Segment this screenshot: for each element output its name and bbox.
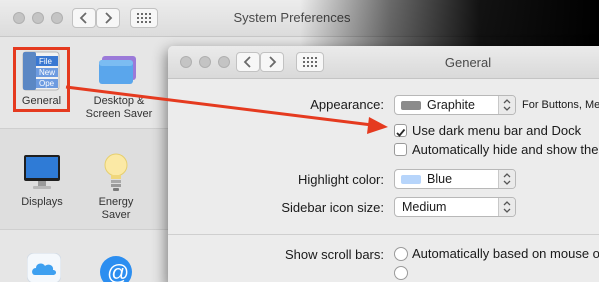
lightbulb-icon [104,153,128,191]
popup-stepper [498,170,515,188]
chevron-left-icon [79,12,87,24]
appearance-label: Appearance: [310,97,384,112]
general-close-button[interactable] [180,56,192,68]
energy-saver-label-line1: Energy [98,196,134,208]
chevron-right-icon [105,12,113,24]
general-preferences-window: General Appearance: Graphite For Buttons… [168,46,599,282]
close-button[interactable] [13,12,25,24]
energy-saver-label-line2: Saver [101,209,131,221]
desktop-screensaver-label-line1: Desktop & [93,95,145,107]
dark-menu-bar-label: Use dark menu bar and Dock [412,123,582,138]
appearance-value: Graphite [427,98,475,112]
general-highlight-box [13,47,70,112]
general-zoom-button[interactable] [218,56,230,68]
minimize-button[interactable] [32,12,44,24]
screenshot-stage: System Preferences File New Ope General [0,0,599,282]
desktop-screensaver-icon [99,56,136,84]
appearance-note: For Buttons, Men [522,99,599,111]
general-forward-button[interactable] [260,52,284,72]
updown-arrows-icon [503,99,511,111]
section-divider [168,234,599,235]
general-show-all-button[interactable] [296,52,324,72]
zoom-button[interactable] [51,12,63,24]
updown-arrows-icon [503,201,511,213]
scroll-bars-second-radio[interactable] [394,266,408,280]
blue-swatch [401,175,421,184]
svg-text:@: @ [107,260,129,282]
sidebar-icon-size-value: Medium [402,200,447,214]
chevron-right-icon [269,56,277,68]
graphite-swatch [401,101,421,110]
desktop-screensaver-label-line2: Screen Saver [85,108,153,120]
dark-menu-bar-checkbox[interactable] [394,124,407,137]
system-preferences-titlebar: System Preferences [0,0,599,37]
updown-arrows-icon [503,173,511,185]
grid-icon [137,13,151,23]
highlight-color-label: Highlight color: [298,172,384,187]
energy-saver-pref-item[interactable] [102,152,130,194]
icloud-icon [26,252,62,282]
icloud-pref-item[interactable] [26,252,62,282]
checkmark-icon [396,128,406,137]
general-back-button[interactable] [236,52,260,72]
grid-icon [303,57,317,67]
chevron-left-icon [243,56,251,68]
internet-accounts-pref-item[interactable]: @ [99,255,133,282]
desktop-screensaver-pref-item[interactable] [96,52,142,92]
popup-stepper [498,96,515,114]
displays-label: Displays [21,196,63,208]
display-icon [24,155,60,189]
auto-hide-label: Automatically hide and show the me [412,142,599,157]
highlight-color-value: Blue [427,172,453,186]
general-minimize-button[interactable] [199,56,211,68]
system-preferences-title: System Preferences [233,10,351,25]
scroll-bars-auto-radio[interactable] [394,247,408,261]
highlight-color-popup[interactable]: Blue [394,169,516,189]
back-button[interactable] [72,8,96,28]
auto-hide-checkbox[interactable] [394,143,407,156]
forward-button[interactable] [96,8,120,28]
general-titlebar: General [168,46,599,79]
scroll-bars-auto-label: Automatically based on mouse or t [412,246,599,261]
internet-accounts-icon: @ [100,256,132,282]
sidebar-icon-size-label: Sidebar icon size: [281,200,384,215]
sidebar-icon-size-popup[interactable]: Medium [394,197,516,217]
appearance-popup[interactable]: Graphite [394,95,516,115]
displays-pref-item[interactable] [22,153,62,191]
show-scroll-bars-label: Show scroll bars: [285,247,384,262]
popup-stepper [498,198,515,216]
show-all-button[interactable] [130,8,158,28]
general-window-title: General [444,55,492,70]
